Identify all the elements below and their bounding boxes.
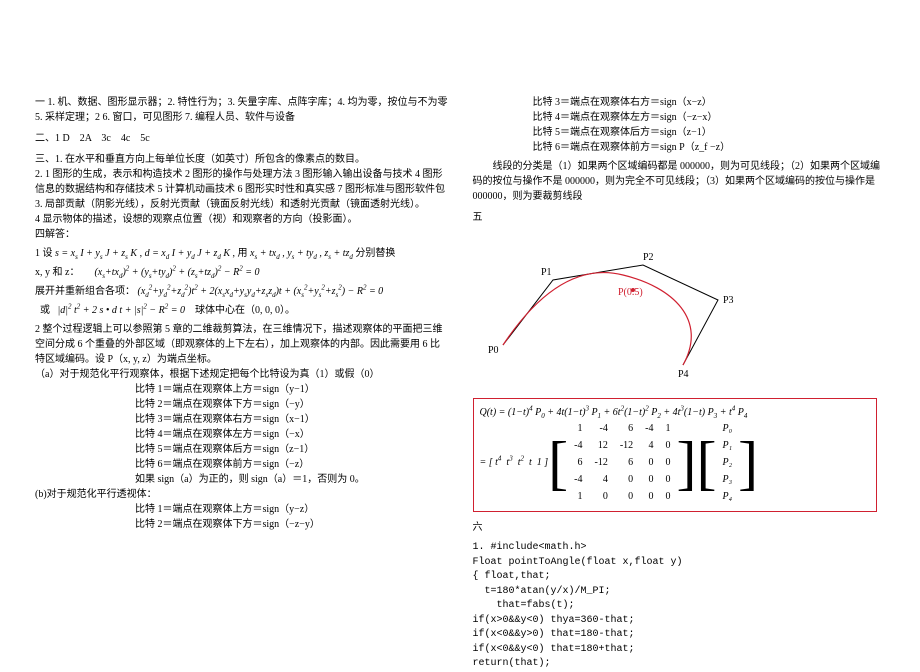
page-columns: 一 1. 机、数据、图形显示器；2. 特性行为；3. 矢量字库、点阵字库；4. … [0, 0, 920, 672]
eqn-prefix: 1 设 [35, 248, 55, 259]
lbl-p3: P3 [723, 295, 734, 306]
eqn-sep1: , [140, 248, 145, 259]
eqn3-pre: 展开并重新组合各项： [35, 286, 135, 297]
row-vector: = [ t4 t3 t2 t 1 ] [480, 455, 549, 470]
left-column: 一 1. 机、数据、图形显示器；2. 特性行为；3. 矢量字库、点阵字库；4. … [35, 95, 448, 672]
bb1: 比特 1＝端点在观察体上方＝sign（y−z） [35, 502, 448, 517]
right-column: 比特 3＝端点在观察体右方＝sign（x−z） 比特 4＝端点在观察体左方＝si… [473, 95, 886, 672]
pa-text: （a）对于规范化平行观察体，根据下述规定把每个比特设为真（1）或假（0） [35, 367, 448, 382]
eqn2-pre: x, y 和 z： [35, 267, 79, 278]
sec3-4: 4 显示物体的描述，设想的观察点位置（视）和观察者的方向（投影面）。 [35, 212, 448, 227]
bit5: 比特 5＝端点在观察体后方＝sign（z−1） [35, 442, 448, 457]
p-vector: P₀ P₁ P₂ P₃ P₄ [716, 420, 738, 505]
bezier-curve [503, 273, 691, 365]
sec3-2: 2. 1 图形的生成，表示和构造技术 2 图形的操作与处理方法 3 图形输入输出… [35, 167, 448, 197]
rb6: 比特 6＝端点在观察体前方＝sign P（z_f −z） [473, 140, 886, 155]
eqn-sep2: , 用 [233, 248, 251, 259]
lbl-p2: P2 [643, 252, 654, 263]
sec3-1: 三、1. 在水平和垂直方向上每单位长度（如英寸）所包含的像素点的数目。 [35, 152, 448, 167]
eqn-quadratic: x, y 和 z： (xs+txd)2 + (ys+tyd)2 + (zs+tz… [35, 265, 448, 280]
bracket-left-2: [ [697, 433, 717, 493]
bit-rule: 如果 sign（a）为正的，则 sign（a）＝1，否则为 0。 [35, 472, 448, 487]
eqn-s: s = xs I + ys J + zs K [55, 248, 137, 259]
eqn2-body: (xs+txd)2 + (ys+tyd)2 + (zs+tzd)2 − R2 =… [94, 267, 259, 278]
eqn4-body: |d|2 t2 + 2 s • d t + |s|2 − R2 = 0 球体中心… [58, 305, 295, 316]
six-heading: 六 [473, 520, 886, 535]
eqn-post: 分别替换 [355, 248, 395, 259]
lbl-p4: P4 [678, 369, 689, 380]
lbl-p0: P0 [488, 345, 499, 356]
code-block: 1. #include<math.h> Float pointToAngle(f… [473, 541, 886, 672]
rb3: 比特 3＝端点在观察体右方＝sign（x−z） [473, 95, 886, 110]
matrix-formula-box: Q(t) = (1−t)4 P0 + 4t(1−t)3 P1 + 6t2(1−t… [473, 398, 877, 512]
bit1: 比特 1＝端点在观察体上方＝sign（y−1） [35, 382, 448, 397]
eqn-subst: xs + txd , ys + tyd , zs + tzd [250, 248, 353, 259]
lbl-pa: P(0.5) [618, 287, 643, 298]
sec1-text: 一 1. 机、数据、图形显示器；2. 特性行为；3. 矢量字库、点阵字库；4. … [35, 95, 448, 125]
bit4: 比特 4＝端点在观察体左方＝sign（−x） [35, 427, 448, 442]
eqn-expanded: 展开并重新组合各项： (xd2+yd2+zd2)t2 + 2(xsxd+ysyd… [35, 284, 448, 299]
bit6: 比特 6＝端点在观察体前方＝sign（−z） [35, 457, 448, 472]
rb5: 比特 5＝端点在观察体后方＝sign（z−1） [473, 125, 886, 140]
eqn-or: 或 |d|2 t2 + 2 s • d t + |s|2 − R2 = 0 球体… [35, 303, 448, 318]
eqn-s-d-line: 1 设 s = xs I + ys J + zs K , d = xd I + … [35, 246, 448, 261]
bb2: 比特 2＝端点在观察体下方＝sign（−z−y） [35, 517, 448, 532]
segment-classify: 线段的分类是（1）如果两个区域编码都是 000000，则为可见线段；（2）如果两… [473, 159, 886, 204]
bracket-right-2: ] [738, 433, 758, 493]
five-heading: 五 [473, 210, 886, 225]
qt-expansion: Q(t) = (1−t)4 P0 + 4t(1−t)3 P1 + 6t2(1−t… [480, 405, 870, 420]
p2-text: 2 整个过程逻辑上可以参照第 5 章的二维裁剪算法，在三维情况下，描述观察体的平… [35, 322, 448, 367]
rb4: 比特 4＝端点在观察体左方＝sign（−z−x） [473, 110, 886, 125]
bit2: 比特 2＝端点在观察体下方＝sign（−y） [35, 397, 448, 412]
sec2-text: 二、1 D 2A 3c 4c 5c [35, 131, 448, 146]
sec4-heading: 四解答： [35, 227, 448, 242]
bracket-right-1: ] [677, 433, 697, 493]
eqn-d: d = xd I + yd J + zd K [145, 248, 230, 259]
lbl-p1: P1 [541, 267, 552, 278]
bracket-left-1: [ [548, 433, 568, 493]
eqn4-pre: 或 [40, 305, 50, 316]
bezier-diagram: P0 P1 P2 P3 P4 P(0.5) [483, 235, 763, 385]
coeff-matrix: 1-46-41 -412-1240 6-12600 -44000 10000 [568, 420, 676, 505]
matrix-row: = [ t4 t3 t2 t 1 ] [ 1-46-41 -412-1240 6… [480, 420, 870, 505]
eqn3-body: (xd2+yd2+zd2)t2 + 2(xsxd+ysyd+zszd)t + (… [138, 286, 384, 297]
sec3-3: 3. 局部贡献（阴影光线），反射光贡献（镜面反射光线）和透射光贡献（镜面透射光线… [35, 197, 448, 212]
pb-text: (b)对于规范化平行透视体： [35, 487, 448, 502]
bit3: 比特 3＝端点在观察体右方＝sign（x−1） [35, 412, 448, 427]
